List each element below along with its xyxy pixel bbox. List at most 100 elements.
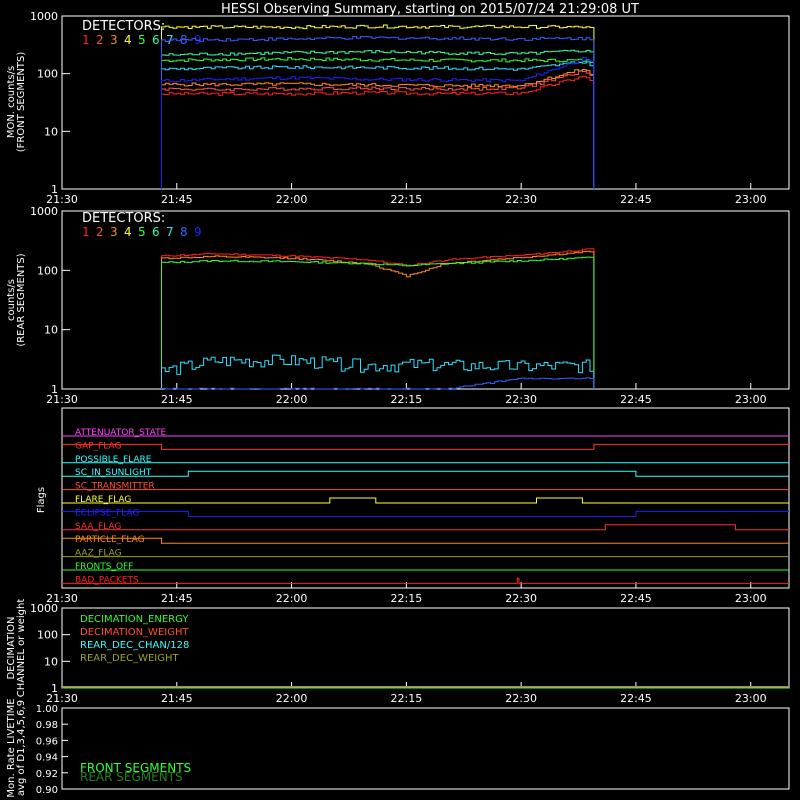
y-tick-label: 1000 [30,10,58,23]
y-tick-label: 0.92 [36,769,58,780]
x-tick-label: 22:30 [505,592,537,605]
detector-number: 8 [180,225,188,239]
detector-number: 5 [138,33,146,47]
y-tick-label: 1 [51,682,58,695]
flags-ylabel-text: Flags [36,487,47,513]
livetime-ylabel-line2: avg of D1,3,4,5,6,9 [16,700,27,796]
x-tick-label: 21:45 [161,592,193,605]
y-tick-label: 0.94 [36,753,58,764]
x-tick-label: 21:45 [161,393,193,406]
y-tick-label: 1.00 [36,704,58,715]
y-tick-label: 1000 [30,602,58,615]
x-tick-label: 23:00 [735,393,767,406]
y-tick-label: 100 [37,264,58,277]
y-tick-label: 10 [44,655,58,668]
front-series-4 [161,24,595,189]
front-series-1 [161,75,595,189]
data-series [62,24,789,689]
rear-ylabel: counts/s (REAR SEGMENTS) [6,253,27,346]
y-tick-label: 1 [51,183,58,196]
flag-line [62,524,789,531]
y-tick-label: 100 [37,68,58,81]
flags-panel-frame [61,407,790,589]
detector-number: 9 [194,225,202,239]
flag-label: GAP_FLAG [75,441,121,451]
rear-detectors-label: DETECTORS: [82,211,165,226]
rear-ylabel-line2: (REAR SEGMENTS) [16,253,27,346]
detector-number: 5 [138,225,146,239]
flag-line [62,497,789,504]
y-tick-label: 10 [44,324,58,337]
detector-number: 1 [82,33,90,47]
x-tick-label: 22:00 [276,692,308,705]
front-series-7 [161,61,595,189]
flags-ylabel: Flags [36,487,47,513]
detector-number: 2 [96,225,104,239]
detector-number: 6 [152,225,160,239]
decimation-ylabel-line2: CHANNEL or weight [16,599,27,698]
front-detectors-label: DETECTORS: [82,19,165,34]
front-ylabel-line2: (FRONT SEGMENTS) [16,52,27,153]
flag-label: ECLIPSE_FLAG [75,508,139,518]
y-tick-label: 10 [44,125,58,138]
livetime-legend-item: REAR SEGMENTS [80,770,183,784]
flag-lines: ATTENUATOR_STATEGAP_FLAGPOSSIBLE_FLARESC… [62,428,789,585]
x-tick-label: 22:30 [505,692,537,705]
y-tick-label: 0.98 [36,720,58,731]
detector-number: 2 [96,33,104,47]
front-series-9 [161,57,595,189]
x-tick-label: 22:45 [620,393,652,406]
x-tick-label: 23:00 [735,592,767,605]
detector-number: 1 [82,225,90,239]
x-tick-label: 22:45 [620,692,652,705]
y-tick-label: 1000 [30,205,58,218]
flag-line [62,537,789,544]
detector-number: 4 [124,225,132,239]
x-tick-label: 22:15 [391,692,423,705]
y-tick-label: 1 [51,383,58,396]
rear-series-7 [161,354,595,389]
x-tick-label: 22:15 [391,592,423,605]
detector-number: 3 [110,225,118,239]
x-tick-label: 21:45 [161,692,193,705]
x-tick-label: 22:45 [620,592,652,605]
x-tick-label: 22:45 [620,193,652,206]
hessi-observing-summary-chart: HESSI Observing Summary, starting on 201… [6,2,790,798]
rear-detector-numbers: 123456789 [82,225,202,239]
x-tick-label: 23:00 [735,193,767,206]
detector-number: 3 [110,33,118,47]
front-detector-numbers: 123456789 [82,33,202,47]
detector-number: 4 [124,33,132,47]
x-tick-label: 22:00 [276,393,308,406]
flag-line [62,443,789,450]
flag-line [62,470,789,477]
y-tick-label: 0.96 [36,736,58,747]
chart-title: HESSI Observing Summary, starting on 201… [221,2,639,17]
x-tick-label: 22:30 [505,193,537,206]
axis-ticks: 21:30 21:45 22:00 22:15 22:30 22:45 23:0021:30… [30,10,767,796]
y-tick-label: 0.90 [36,785,58,796]
livetime-ylabel: Mon. Rate LIVETIME avg of D1,3,4,5,6,9 [6,698,27,797]
decimation-legend-item: REAR_DEC_CHAN/128 [80,640,189,651]
flag-label: PARTICLE_FLAG [75,535,145,545]
decimation-legend-item: DECIMATION_WEIGHT [80,627,189,638]
flag-line [62,577,789,584]
decimation-legend-item: REAR_DEC_WEIGHT [80,653,179,664]
x-tick-label: 23:00 [735,692,767,705]
front-ylabel: MON. counts/s (FRONT SEGMENTS) [6,52,27,153]
x-tick-label: 22:00 [276,592,308,605]
detector-number: 6 [152,33,160,47]
front-series-3 [161,69,595,189]
decimation-legend: DECIMATION_ENERGY DECIMATION_WEIGHT REAR_D… [80,614,189,664]
detector-number: 7 [166,225,174,239]
x-tick-label: 22:15 [391,193,423,206]
x-tick-label: 22:30 [505,393,537,406]
decimation-ylabel: DECIMATION CHANNEL or weight [6,599,27,698]
x-tick-label: 22:00 [276,193,308,206]
front-series-6 [161,49,595,189]
front-series-2 [161,70,595,189]
x-tick-label: 22:15 [391,393,423,406]
flag-line [62,510,789,517]
rear-series-8 [161,377,595,390]
decimation-legend-item: DECIMATION_ENERGY [80,614,189,625]
